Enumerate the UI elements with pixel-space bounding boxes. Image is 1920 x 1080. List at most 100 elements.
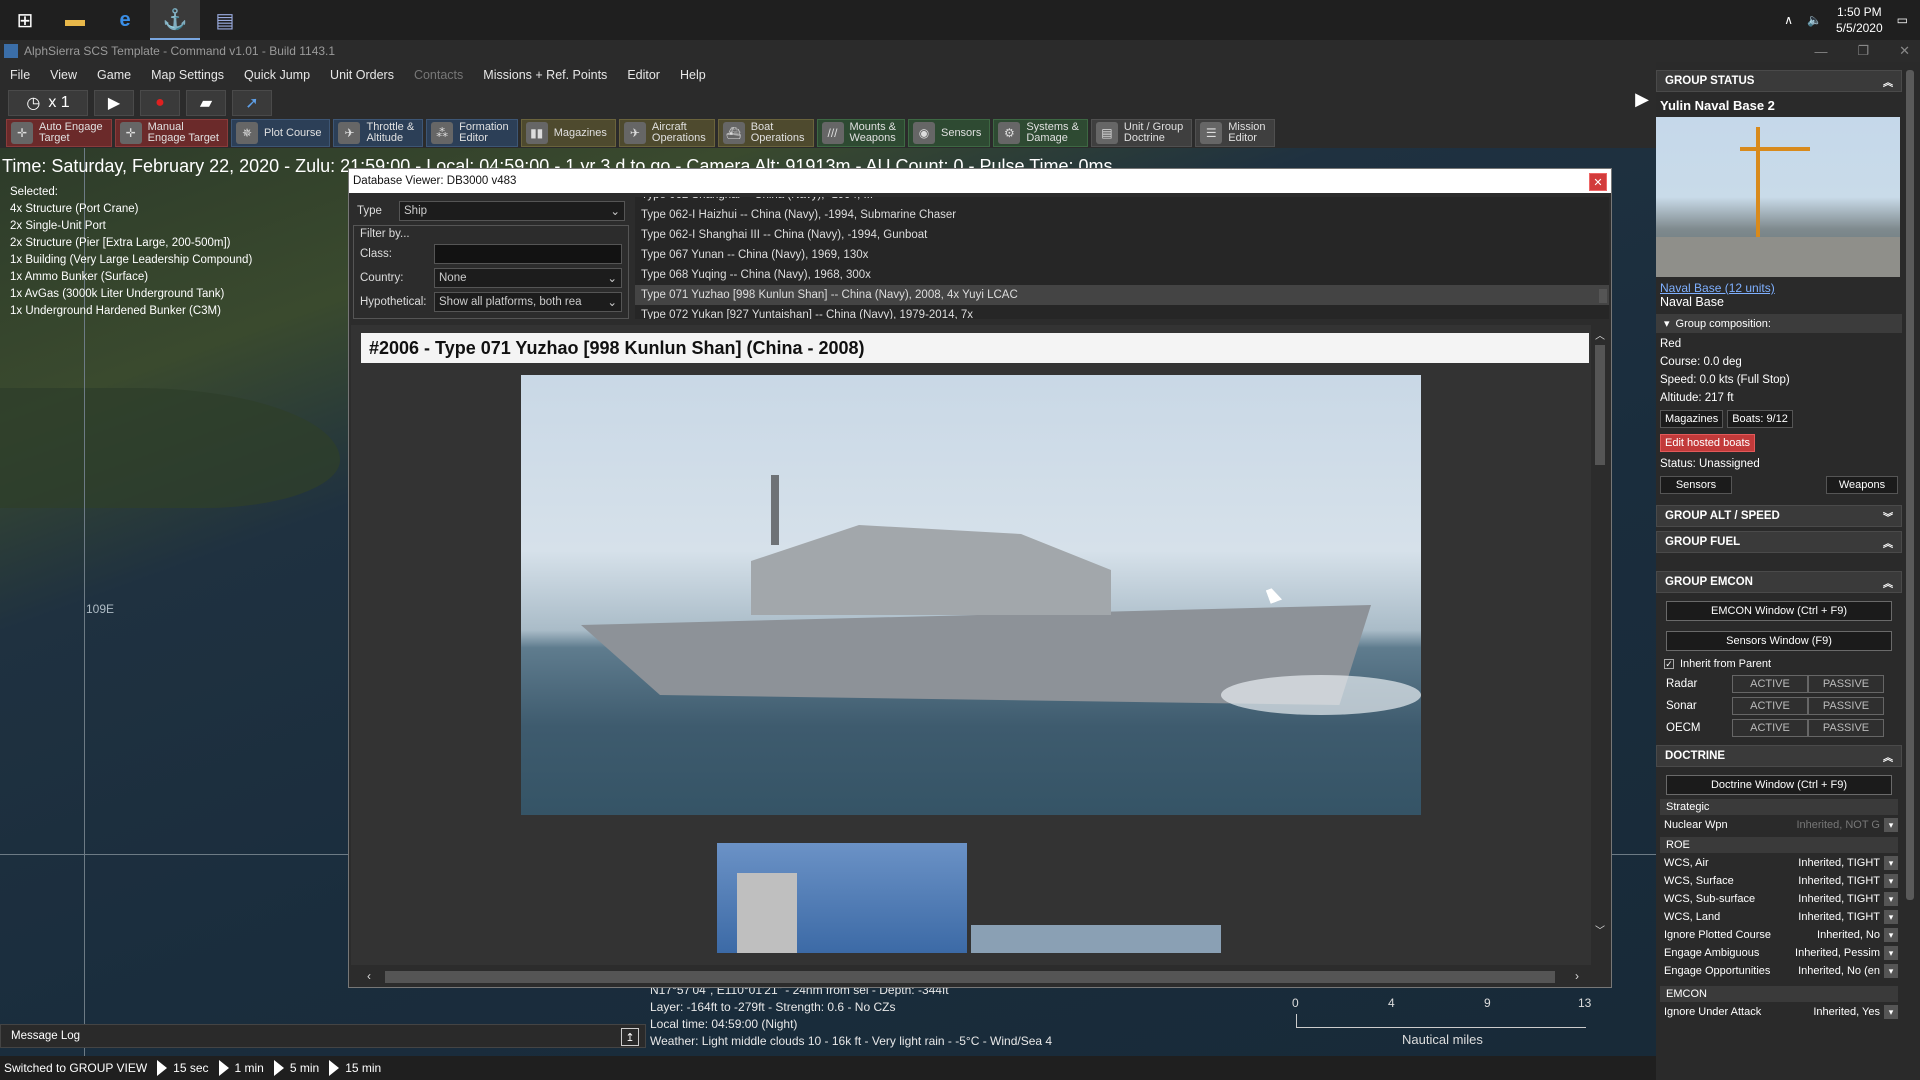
menu-file[interactable]: File (0, 68, 40, 82)
scrollbar-thumb[interactable] (1906, 70, 1914, 900)
file-explorer-icon[interactable]: ▬ (50, 0, 100, 40)
chevron-down-icon[interactable]: ▾ (1884, 874, 1898, 888)
edge-icon[interactable]: e (100, 0, 150, 40)
list-item[interactable]: Type 068 Yuqing -- China (Navy), 1968, 3… (635, 265, 1609, 285)
list-item-selected[interactable]: Type 071 Yuzhao [998 Kunlun Shan] -- Chi… (635, 285, 1609, 305)
chevron-up-icon[interactable]: ︿ (1595, 327, 1605, 342)
step-15-min-button[interactable]: 15 min (329, 1060, 381, 1076)
list-scrollbar[interactable] (1597, 207, 1607, 307)
ship-thumbnail[interactable] (971, 925, 1221, 953)
time-compression-button[interactable]: ◷ x 1 (8, 90, 88, 116)
platform-list[interactable]: Type 062 Shanghai -- China (Navy), -1994… (635, 197, 1609, 319)
boats-button[interactable]: Boats: 9/12 (1727, 410, 1793, 428)
chevron-down-icon[interactable]: ▾ (1884, 964, 1898, 978)
record-button[interactable]: ● (140, 90, 180, 116)
group-emcon-header[interactable]: GROUP EMCON ︽ (1656, 571, 1902, 593)
restore-button[interactable]: ❐ (1857, 43, 1869, 59)
menu-unit-orders[interactable]: Unit Orders (320, 68, 404, 82)
menu-map-settings[interactable]: Map Settings (141, 68, 234, 82)
magazines-button[interactable]: Magazines (1660, 410, 1724, 428)
play-button[interactable]: ▶ (94, 90, 134, 116)
active-toggle[interactable]: ACTIVE (1732, 675, 1808, 693)
list-item[interactable]: Type 062 Shanghai -- China (Navy), -1994… (635, 197, 1609, 205)
message-log-bar[interactable]: Message Log ↥ (0, 1024, 646, 1048)
chevron-down-icon[interactable]: ▾ (1884, 928, 1898, 942)
class-input[interactable] (434, 244, 622, 264)
passive-toggle[interactable]: PASSIVE (1808, 697, 1884, 715)
doctrine-header[interactable]: DOCTRINE ︽ (1656, 745, 1902, 767)
step-5-min-button[interactable]: 5 min (273, 1060, 319, 1076)
chevron-down-icon[interactable]: ▾ (1884, 856, 1898, 870)
windows-start-icon[interactable]: ⊞ (0, 0, 50, 40)
doctrine-window-button[interactable]: Doctrine Window (Ctrl + F9) (1666, 775, 1892, 795)
step-15-sec-button[interactable]: 15 sec (157, 1060, 209, 1076)
menu-game[interactable]: Game (87, 68, 141, 82)
volume-icon[interactable]: 🔈 (1807, 13, 1822, 27)
scrollbar-thumb[interactable] (1595, 345, 1605, 465)
menu-editor[interactable]: Editor (617, 68, 670, 82)
minimize-button[interactable]: — (1814, 44, 1827, 59)
chevron-down-icon[interactable]: ▾ (1884, 818, 1898, 832)
scrollbar-thumb[interactable] (385, 971, 1555, 983)
chevron-up-icon[interactable]: ∧ (1784, 13, 1793, 27)
systems-damage-button[interactable]: ⚙ Systems & Damage (993, 119, 1088, 147)
group-composition-toggle[interactable]: ▾ Group composition: (1656, 314, 1902, 333)
mission-editor-button[interactable]: ☰ Mission Editor (1195, 119, 1275, 147)
close-icon[interactable]: ✕ (1589, 173, 1607, 191)
panel-collapse-arrow-icon[interactable]: ▶ (1630, 86, 1654, 112)
country-select[interactable]: None ⌄ (434, 268, 622, 288)
list-item[interactable]: Type 062-I Shanghai III -- China (Navy),… (635, 225, 1609, 245)
scrollbar-thumb[interactable] (1599, 289, 1607, 303)
weapons-button[interactable]: Weapons (1826, 476, 1898, 494)
menu-view[interactable]: View (40, 68, 87, 82)
plot-course-button[interactable]: ✵ Plot Course (230, 119, 331, 147)
group-alt-speed-header[interactable]: GROUP ALT / SPEED ︾ (1656, 505, 1902, 527)
jump-button[interactable]: ➚ (232, 90, 272, 116)
command-app-icon[interactable]: ⚓ (150, 0, 200, 40)
active-toggle[interactable]: ACTIVE (1732, 697, 1808, 715)
inherit-checkbox[interactable]: ✓ (1664, 659, 1674, 669)
magazines-button[interactable]: ▮▮ Magazines (520, 119, 616, 147)
menu-missions[interactable]: Missions + Ref. Points (473, 68, 617, 82)
manual-engage-target-button[interactable]: ✛ Manual Engage Target (114, 119, 228, 147)
formation-editor-button[interactable]: ⁂ Formation Editor (426, 119, 518, 147)
auto-engage-target-button[interactable]: ✛ Auto Engage Target (6, 119, 112, 147)
passive-toggle[interactable]: PASSIVE (1808, 719, 1884, 737)
sensors-window-button[interactable]: Sensors Window (F9) (1666, 631, 1892, 651)
mounts-weapons-button[interactable]: ///Mounts & Weapons (816, 119, 905, 147)
passive-toggle[interactable]: PASSIVE (1808, 675, 1884, 693)
expand-log-icon[interactable]: ↥ (621, 1028, 639, 1046)
chevron-down-icon[interactable]: ▾ (1884, 946, 1898, 960)
close-button[interactable]: ✕ (1899, 43, 1910, 59)
menu-help[interactable]: Help (670, 68, 716, 82)
active-toggle[interactable]: ACTIVE (1732, 719, 1808, 737)
group-status-header[interactable]: GROUP STATUS ︽ (1656, 70, 1902, 92)
hypothetical-select[interactable]: Show all platforms, both rea ⌄ (434, 292, 622, 312)
group-units-link[interactable]: Naval Base (12 units) (1656, 279, 1902, 295)
menu-contacts[interactable]: Contacts (404, 68, 473, 82)
step-1-min-button[interactable]: 1 min (218, 1060, 264, 1076)
aircraft-operations-button[interactable]: ✈ Aircraft Operations (618, 119, 715, 147)
edit-hosted-boats-button[interactable]: Edit hosted boats (1660, 434, 1756, 452)
chevron-down-icon[interactable]: ▾ (1884, 892, 1898, 906)
content-horizontal-scrollbar[interactable]: ‹ › (367, 967, 1587, 985)
notepad-icon[interactable]: ▤ (200, 0, 250, 40)
scenario-button[interactable]: ▰ (186, 90, 226, 116)
group-fuel-header[interactable]: GROUP FUEL ︽ (1656, 531, 1902, 553)
unit-group-doctrine-button[interactable]: ▤ Unit / Group Doctrine (1090, 119, 1193, 147)
sensors-button[interactable]: ◉ Sensors (907, 119, 991, 147)
panel-scrollbar[interactable] (1902, 62, 1918, 1080)
type-select[interactable]: Ship ⌄ (399, 201, 625, 221)
notification-icon[interactable]: ▭ (1897, 13, 1908, 27)
chevron-right-icon[interactable]: › (1575, 969, 1579, 983)
clock[interactable]: 1:50 PM 5/5/2020 (1836, 4, 1883, 36)
chevron-down-icon[interactable]: ▾ (1884, 1005, 1898, 1019)
chevron-down-icon[interactable]: ▾ (1884, 910, 1898, 924)
list-item[interactable]: Type 072 Yukan [927 Yuntaishan] -- China… (635, 305, 1609, 319)
sensors-button[interactable]: Sensors (1660, 476, 1732, 494)
chevron-left-icon[interactable]: ‹ (367, 969, 371, 983)
chevron-down-icon[interactable]: ﹀ (1595, 922, 1605, 937)
list-item[interactable]: Type 067 Yunan -- China (Navy), 1969, 13… (635, 245, 1609, 265)
list-item[interactable]: Type 062-I Haizhui -- China (Navy), -199… (635, 205, 1609, 225)
throttle-altitude-button[interactable]: ✈ Throttle & Altitude (333, 119, 424, 147)
